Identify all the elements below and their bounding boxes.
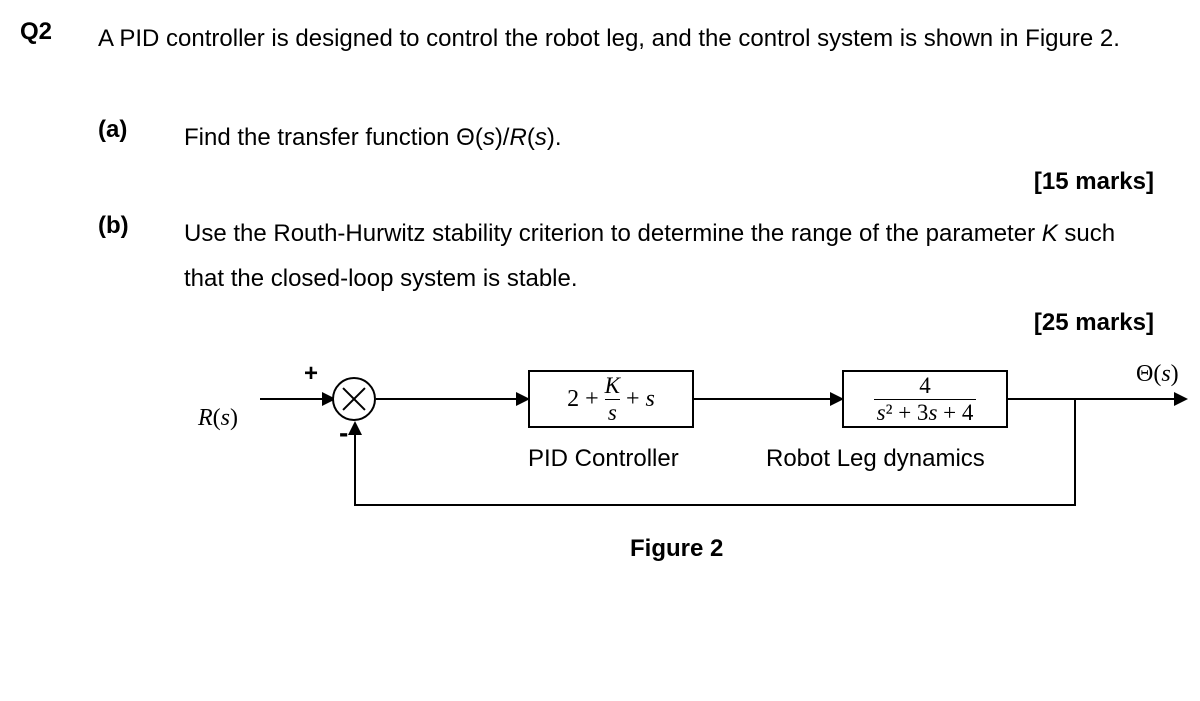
part-b-label: (b) — [98, 212, 148, 240]
question-prompt: A PID controller is designed to control … — [98, 18, 1160, 60]
part-a-label: (a) — [98, 116, 148, 144]
line-output — [1008, 398, 1176, 400]
pid-s-den: s — [605, 399, 620, 425]
question-number: Q2 — [20, 18, 70, 46]
pid-plus-s: + s — [626, 386, 655, 413]
line-input — [260, 398, 324, 400]
plant-block: 4 s² + 3s + 4 — [842, 370, 1008, 428]
plus-sign: + — [304, 360, 318, 388]
pid-two-plus: 2 + — [567, 386, 599, 413]
part-a-marks: [15 marks] — [98, 168, 1154, 196]
pid-K: K — [602, 374, 623, 399]
part-a-text: Find the transfer function Θ(s)/R(s). — [184, 116, 1160, 160]
arrow-feedback — [348, 421, 362, 435]
feedback-up — [354, 433, 356, 506]
question-header-row: Q2 A PID controller is designed to contr… — [20, 18, 1160, 60]
parts-container: (a) Find the transfer function Θ(s)/R(s)… — [98, 116, 1160, 573]
part-b-row: (b) Use the Routh-Hurwitz stability crit… — [98, 212, 1160, 301]
line-pid-to-plant — [694, 398, 832, 400]
minus-sign: - — [339, 417, 348, 449]
arrow-output — [1174, 392, 1188, 406]
plant-fraction: 4 s² + 3s + 4 — [874, 374, 977, 425]
part-b-text: Use the Routh-Hurwitz stability criterio… — [184, 212, 1160, 301]
pid-fraction: K s — [602, 374, 623, 425]
summing-junction — [332, 377, 376, 421]
block-diagram: R(s) + - 2 + K s + s — [198, 353, 1200, 573]
feedback-across — [354, 504, 1076, 506]
feedback-down — [1074, 398, 1076, 506]
line-sum-to-pid — [376, 398, 518, 400]
pid-caption: PID Controller — [528, 445, 679, 473]
plant-num: 4 — [916, 374, 934, 399]
part-b-marks: [25 marks] — [98, 309, 1154, 337]
plant-den: s² + 3s + 4 — [874, 399, 977, 425]
pid-block: 2 + K s + s — [528, 370, 694, 428]
input-label: R(s) — [198, 405, 238, 432]
question-page: Q2 A PID controller is designed to contr… — [0, 0, 1200, 573]
plant-caption: Robot Leg dynamics — [766, 445, 985, 473]
part-a-row: (a) Find the transfer function Θ(s)/R(s)… — [98, 116, 1160, 160]
output-label: Θ(s) — [1136, 361, 1179, 388]
figure-caption: Figure 2 — [630, 535, 723, 563]
